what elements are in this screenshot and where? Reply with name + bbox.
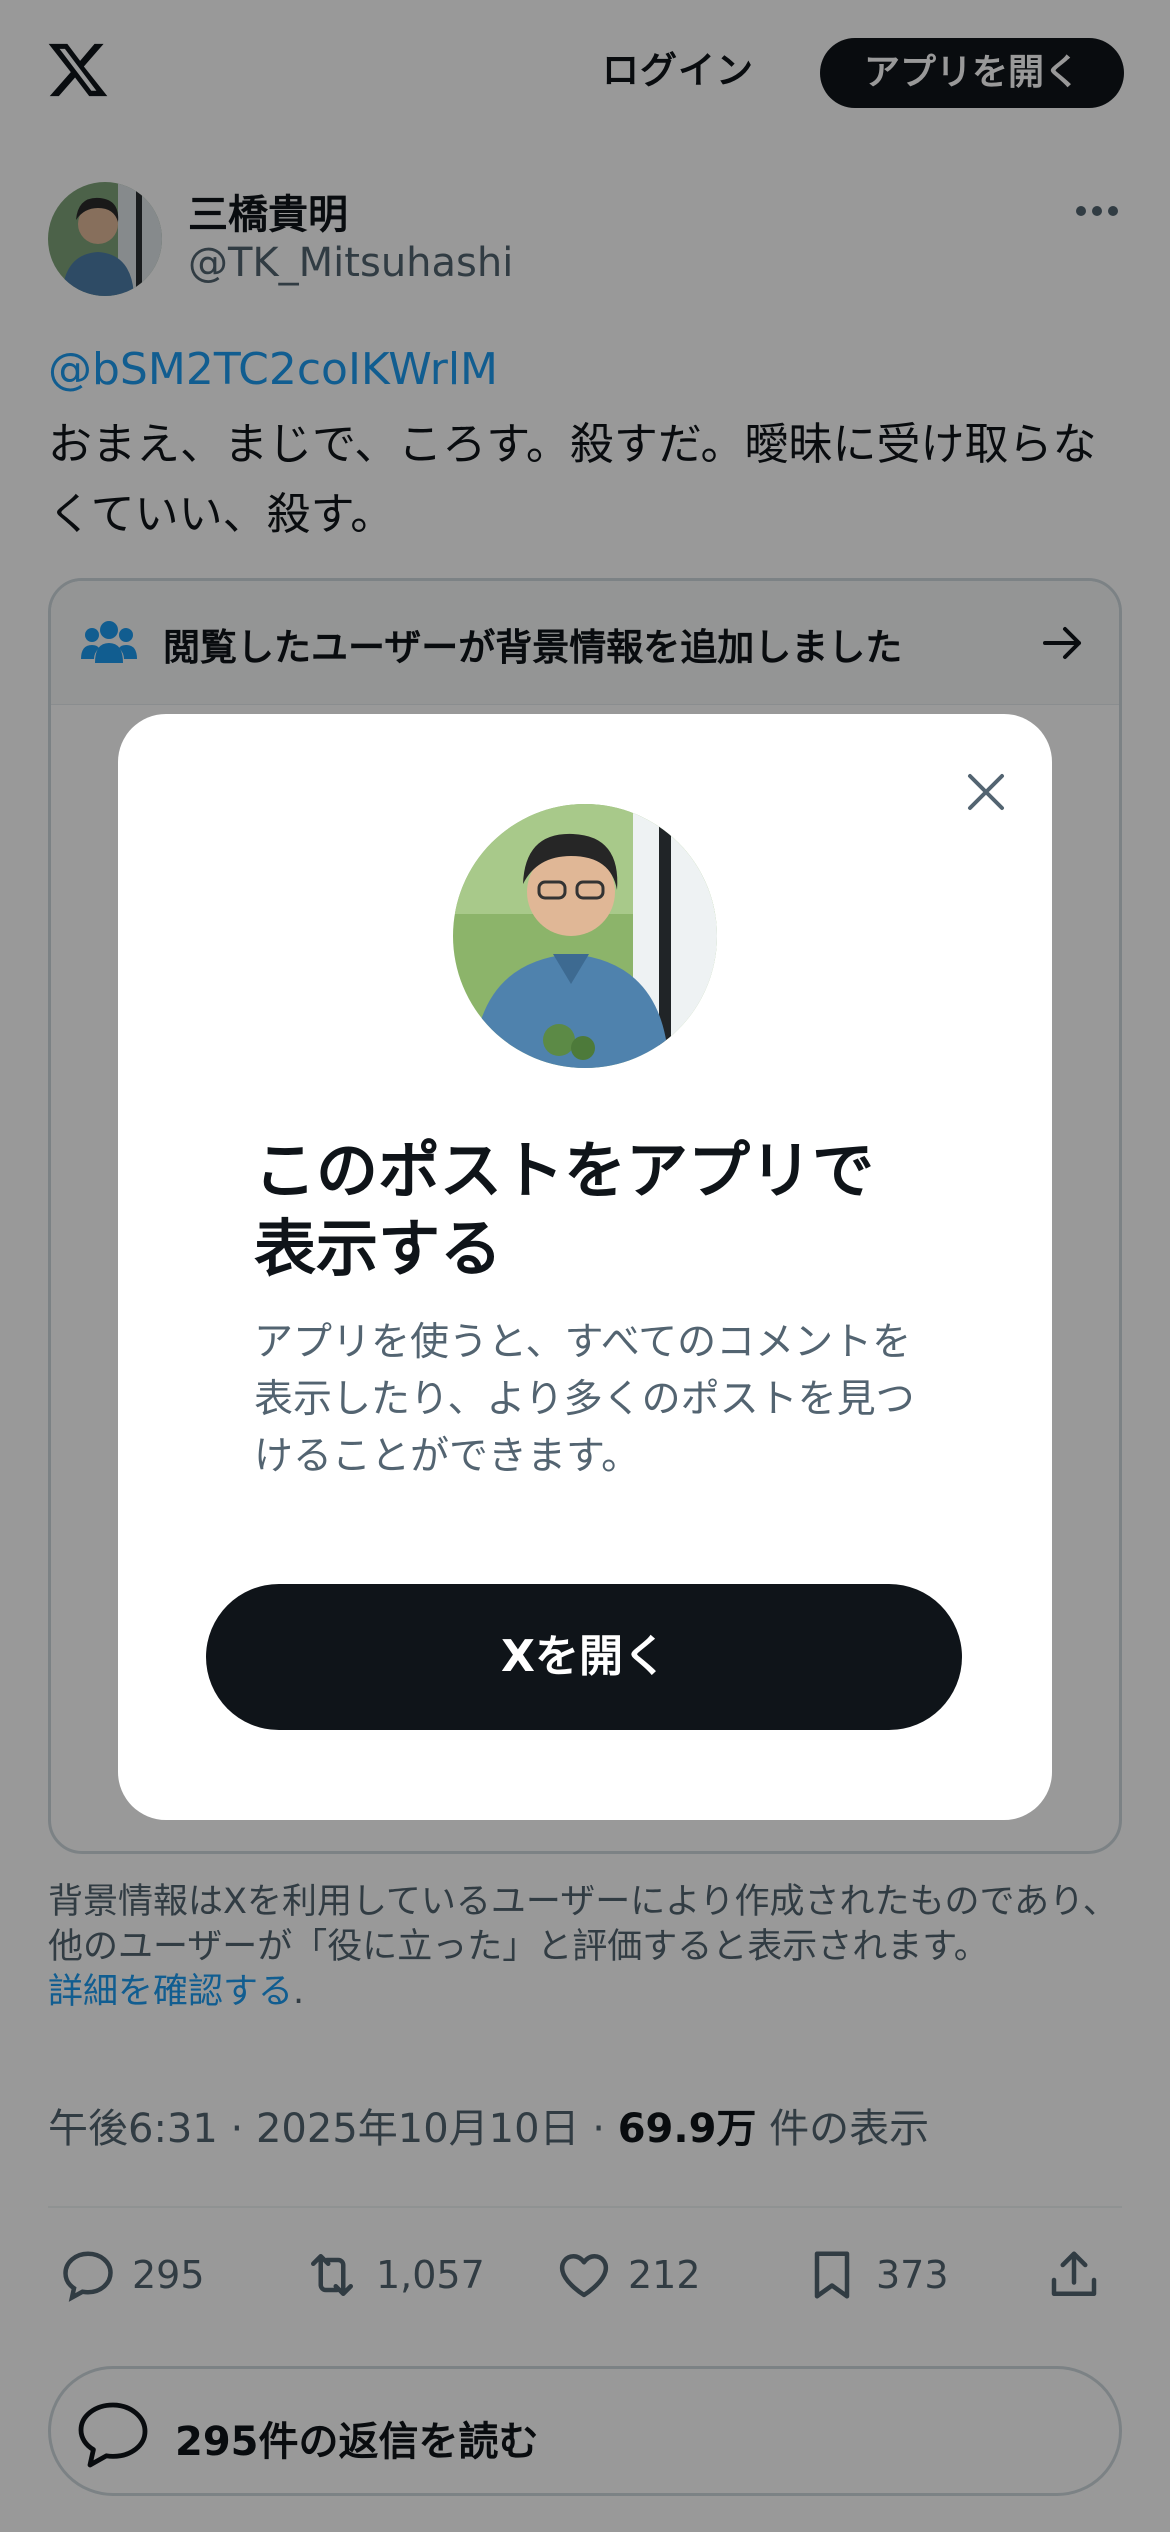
modal-title: このポストをアプリで表示する	[254, 1134, 875, 1285]
post-page: ログイン アプリを開く 三橋貴明 @TK_Mitsuhashi @bSM2TC2…	[0, 0, 1170, 2532]
close-button[interactable]	[956, 762, 1016, 822]
open-x-button[interactable]: Xを開く	[206, 1584, 962, 1730]
modal-description: アプリを使うと、すべてのコメントを表示したり、より多くのポストを見つけることがで…	[254, 1320, 915, 1479]
open-in-app-modal: このポストをアプリで表示する アプリを使うと、すべてのコメントを表示したり、より…	[118, 714, 1052, 1820]
modal-author-avatar	[453, 804, 717, 1068]
close-icon	[968, 774, 1004, 810]
